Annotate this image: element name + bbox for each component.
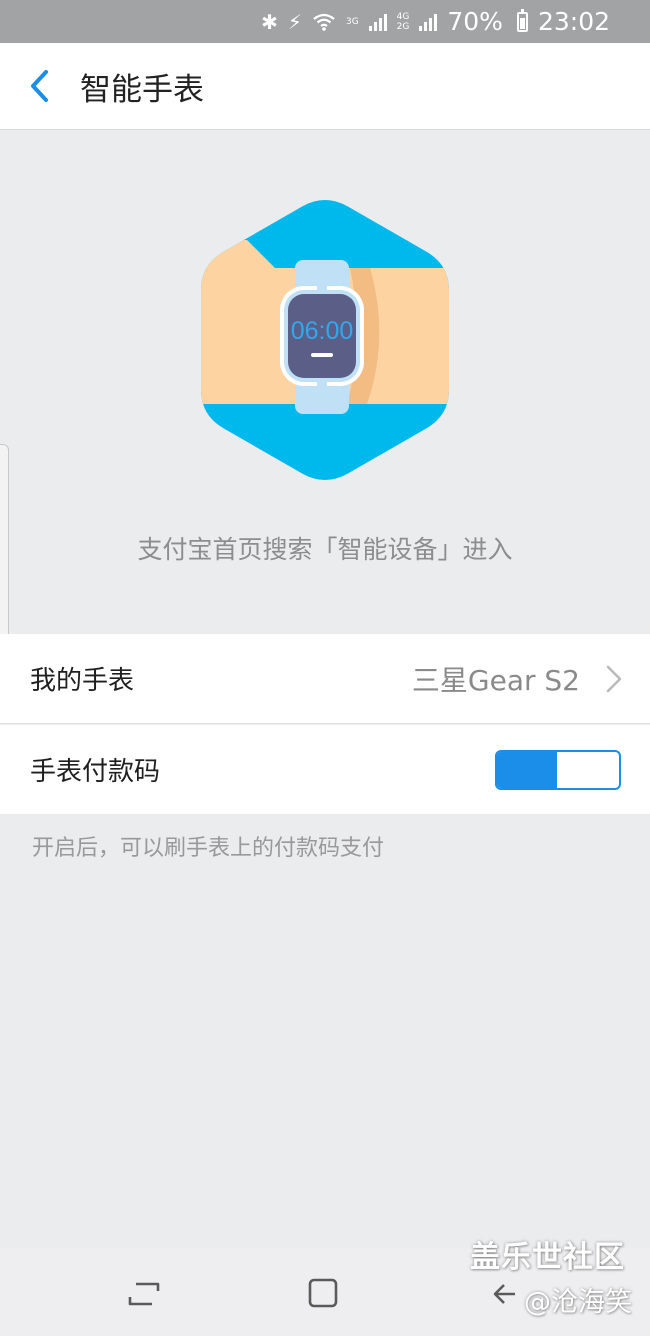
clock: 23:02 [537, 7, 610, 36]
flash-icon: ⚡ [287, 9, 302, 34]
wifi-icon [313, 13, 335, 31]
pay-code-label: 手表付款码 [30, 757, 161, 787]
toggle-on-indicator [497, 751, 557, 788]
watermark-author: @沧海笑 [524, 1287, 632, 1318]
watch-time: 06:00 [291, 317, 354, 345]
recent-apps-icon[interactable] [128, 1278, 160, 1308]
pay-code-toggle[interactable] [495, 749, 621, 790]
network-type-2: 4G 2G [396, 11, 410, 32]
my-watch-row[interactable]: 我的手表 三星Gear S2 [0, 634, 650, 724]
home-icon[interactable] [308, 1278, 338, 1308]
title-bar: 智能手表 [0, 43, 650, 130]
chevron-right-icon [606, 665, 622, 692]
status-bar: ✱ ⚡ 3G 4G 2G 70% 23:02 [0, 0, 650, 43]
page-title: 智能手表 [80, 71, 204, 108]
signal-icon [368, 13, 387, 31]
signal-icon-2 [419, 13, 438, 31]
bluetooth-icon: ✱ [261, 9, 278, 34]
battery-icon [516, 8, 528, 32]
back-button[interactable] [4, 43, 74, 129]
smartwatch-illustration: 06:00 [195, 198, 455, 482]
my-watch-value: 三星Gear S2 [411, 663, 580, 697]
battery-percent: 70% [447, 7, 503, 36]
search-hint: 支付宝首页搜索「智能设备」进入 [137, 535, 513, 564]
my-watch-label: 我的手表 [30, 666, 135, 696]
pay-code-row: 手表付款码 [0, 725, 650, 814]
watermark-community: 盖乐世社区 [470, 1240, 625, 1275]
chevron-left-icon [31, 70, 48, 102]
network-type-1: 3G [345, 16, 359, 27]
back-icon[interactable] [492, 1282, 516, 1306]
pay-code-note: 开启后，可以刷手表上的付款码支付 [32, 836, 385, 861]
